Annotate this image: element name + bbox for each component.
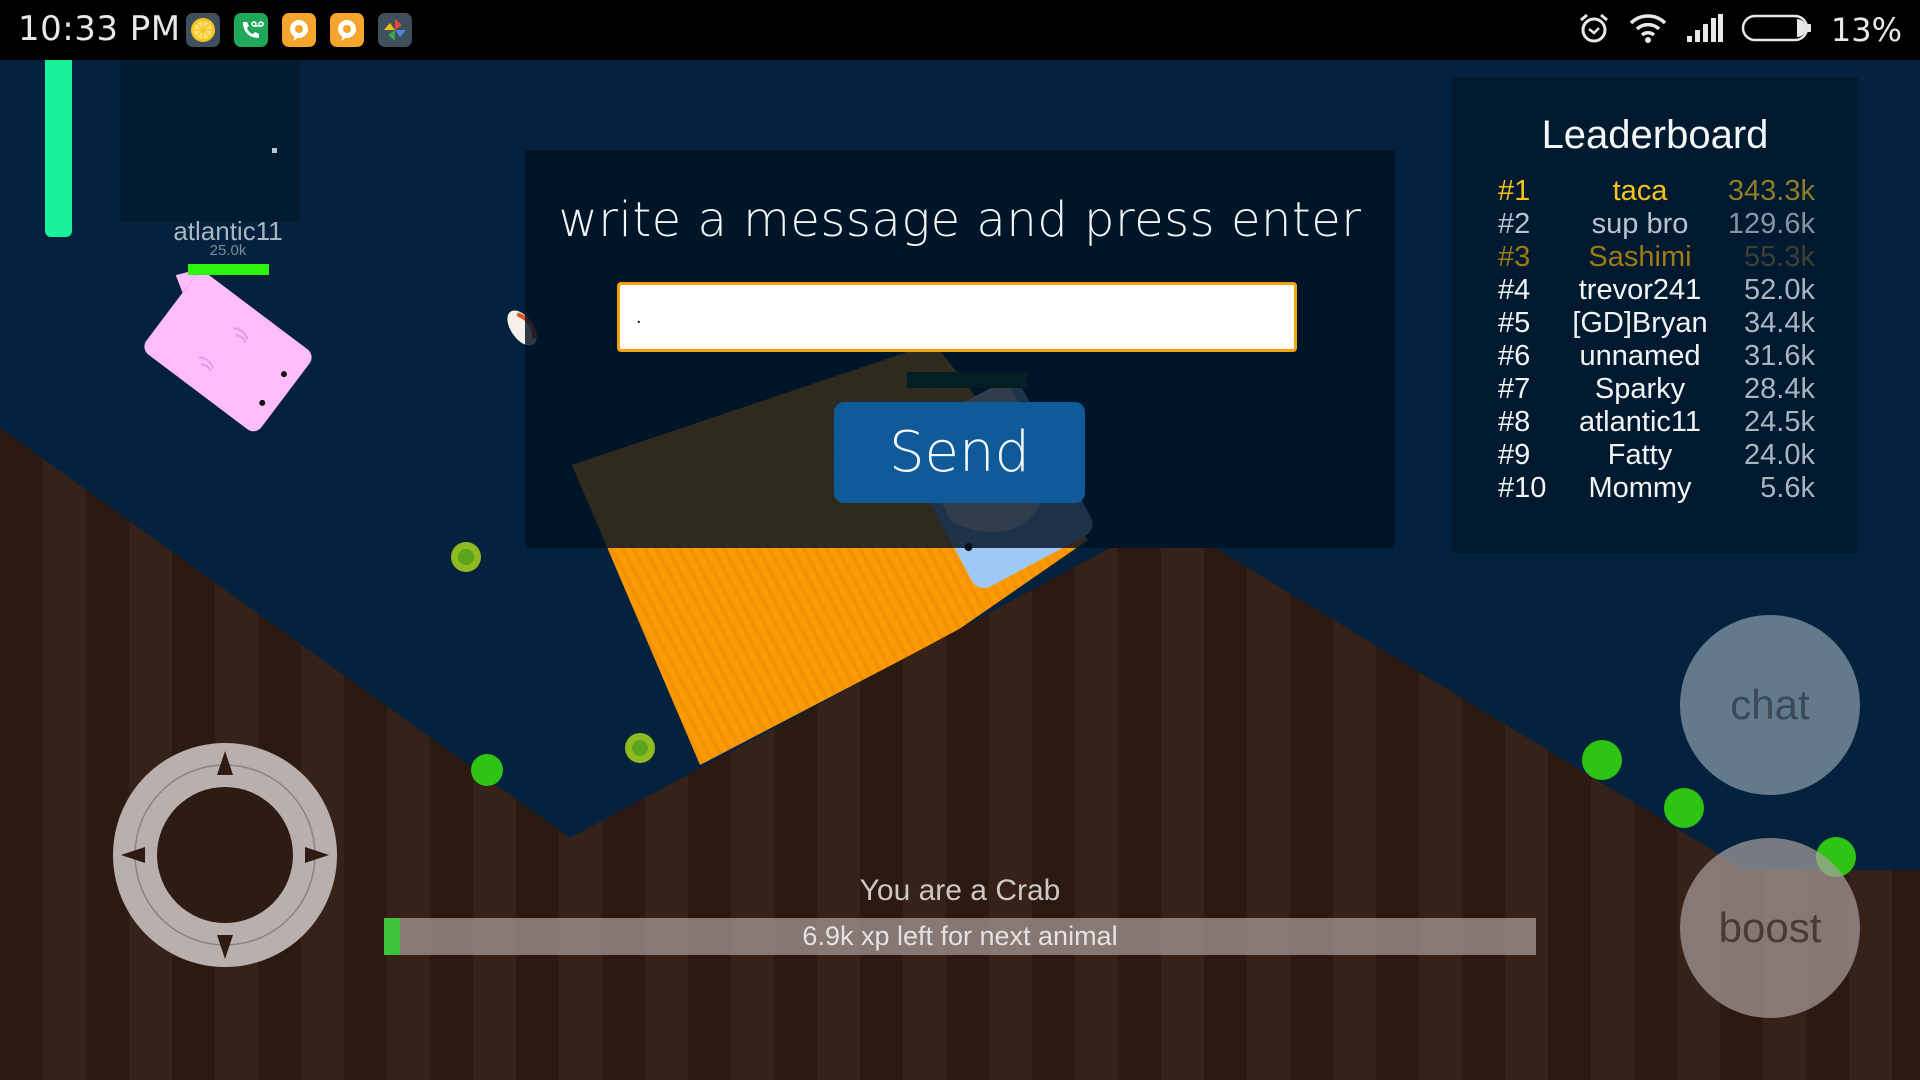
chat-app-icon — [282, 13, 316, 47]
boost-button[interactable]: boost — [1680, 838, 1860, 1018]
leaderboard: Leaderboard #1 taca 343.3k #2 sup bro 129.6k #… — [1452, 77, 1858, 553]
leaderboard-rank: #7 — [1498, 373, 1531, 405]
leaderboard-row: #5 [GD]Bryan 34.4k — [1452, 307, 1858, 340]
leaderboard-score: 31.6k — [1744, 340, 1815, 372]
xp-progress-bar: 6.9k xp left for next animal — [384, 918, 1536, 955]
chat-message-input[interactable] — [617, 282, 1297, 352]
leaderboard-score: 5.6k — [1760, 472, 1815, 504]
leaderboard-score: 34.4k — [1744, 307, 1815, 339]
send-button[interactable]: Send — [834, 402, 1085, 503]
leaderboard-row: #10 Mommy 5.6k — [1452, 472, 1858, 505]
pinwheel-app-icon — [378, 13, 412, 47]
lemon-app-icon — [186, 13, 220, 47]
leaderboard-score: 24.0k — [1744, 439, 1815, 471]
leaderboard-name: sup bro — [1591, 208, 1689, 240]
minimap-player-dot — [272, 148, 277, 153]
leaderboard-score: 129.6k — [1727, 208, 1815, 240]
leaderboard-row: #4 trevor241 52.0k — [1452, 274, 1858, 307]
chat-button[interactable]: chat — [1680, 615, 1860, 795]
leaderboard-row: #7 Sparky 28.4k — [1452, 373, 1858, 406]
status-time: 10:33 PM — [18, 9, 181, 49]
leaderboard-name: Sparky — [1594, 373, 1686, 405]
leaderboard-score: 28.4k — [1744, 373, 1815, 405]
leaderboard-rows: #1 taca 343.3k #2 sup bro 129.6k #3 Sashimi 55.3… — [1452, 175, 1858, 505]
chat-dialog: write a message and press enter Send — [525, 150, 1395, 548]
voicemail-app-icon — [234, 13, 268, 47]
leaderboard-row: #1 taca 343.3k — [1452, 175, 1858, 208]
signal-icon — [1685, 14, 1723, 46]
leaderboard-rank: #5 — [1498, 307, 1531, 339]
status-bar: 10:33 PM 13% — [0, 0, 1920, 60]
leaderboard-rank: #9 — [1498, 439, 1531, 471]
enemy-health-bar — [188, 264, 269, 275]
food-pellet — [1582, 740, 1622, 780]
wifi-icon — [1629, 12, 1667, 48]
battery-icon — [1741, 13, 1813, 47]
leaderboard-name: Mommy — [1588, 472, 1692, 504]
leaderboard-score: 52.0k — [1744, 274, 1815, 306]
leaderboard-score: 343.3k — [1727, 175, 1815, 207]
leaderboard-name: unnamed — [1579, 340, 1701, 372]
leaderboard-row: #9 Fatty 24.0k — [1452, 439, 1858, 472]
food-pellet — [471, 754, 503, 786]
boost-meter — [45, 60, 72, 237]
leaderboard-row: #2 sup bro 129.6k — [1452, 208, 1858, 241]
leaderboard-name: trevor241 — [1578, 274, 1702, 306]
battery-percent: 13% — [1830, 11, 1902, 49]
animal-label: You are a Crab — [859, 874, 1061, 907]
leaderboard-rank: #1 — [1498, 175, 1531, 207]
leaderboard-rank: #4 — [1498, 274, 1531, 306]
chat-app-icon-2 — [330, 13, 364, 47]
leaderboard-row: #3 Sashimi 55.3k — [1452, 241, 1858, 274]
chat-button-label: chat — [1730, 681, 1810, 728]
status-right: 13% — [1577, 9, 1902, 51]
leaderboard-rank: #3 — [1498, 241, 1531, 273]
alarm-icon — [1577, 11, 1611, 49]
xp-progress-text: 6.9k xp left for next animal — [802, 921, 1118, 951]
leaderboard-name: [GD]Bryan — [1572, 307, 1708, 339]
leaderboard-name: Sashimi — [1588, 241, 1692, 273]
leaderboard-rank: #6 — [1498, 340, 1531, 372]
leaderboard-score: 24.5k — [1744, 406, 1815, 438]
boost-button-label: boost — [1718, 904, 1822, 951]
leaderboard-rank: #8 — [1498, 406, 1531, 438]
leaderboard-title: Leaderboard — [1541, 113, 1769, 157]
leaderboard-rank: #2 — [1498, 208, 1531, 240]
leaderboard-score: 55.3k — [1744, 241, 1815, 273]
food-pellet — [1664, 788, 1704, 828]
leaderboard-name: taca — [1612, 175, 1668, 207]
chat-prompt: write a message and press enter — [558, 192, 1362, 248]
leaderboard-row: #8 atlantic11 24.5k — [1452, 406, 1858, 439]
joystick[interactable] — [113, 743, 337, 967]
leaderboard-name: Fatty — [1607, 439, 1673, 471]
minimap — [120, 60, 300, 222]
enemy-score-label: 25.0k — [209, 242, 247, 259]
leaderboard-name: atlantic11 — [1579, 406, 1701, 438]
leaderboard-row: #6 unnamed 31.6k — [1452, 340, 1858, 373]
